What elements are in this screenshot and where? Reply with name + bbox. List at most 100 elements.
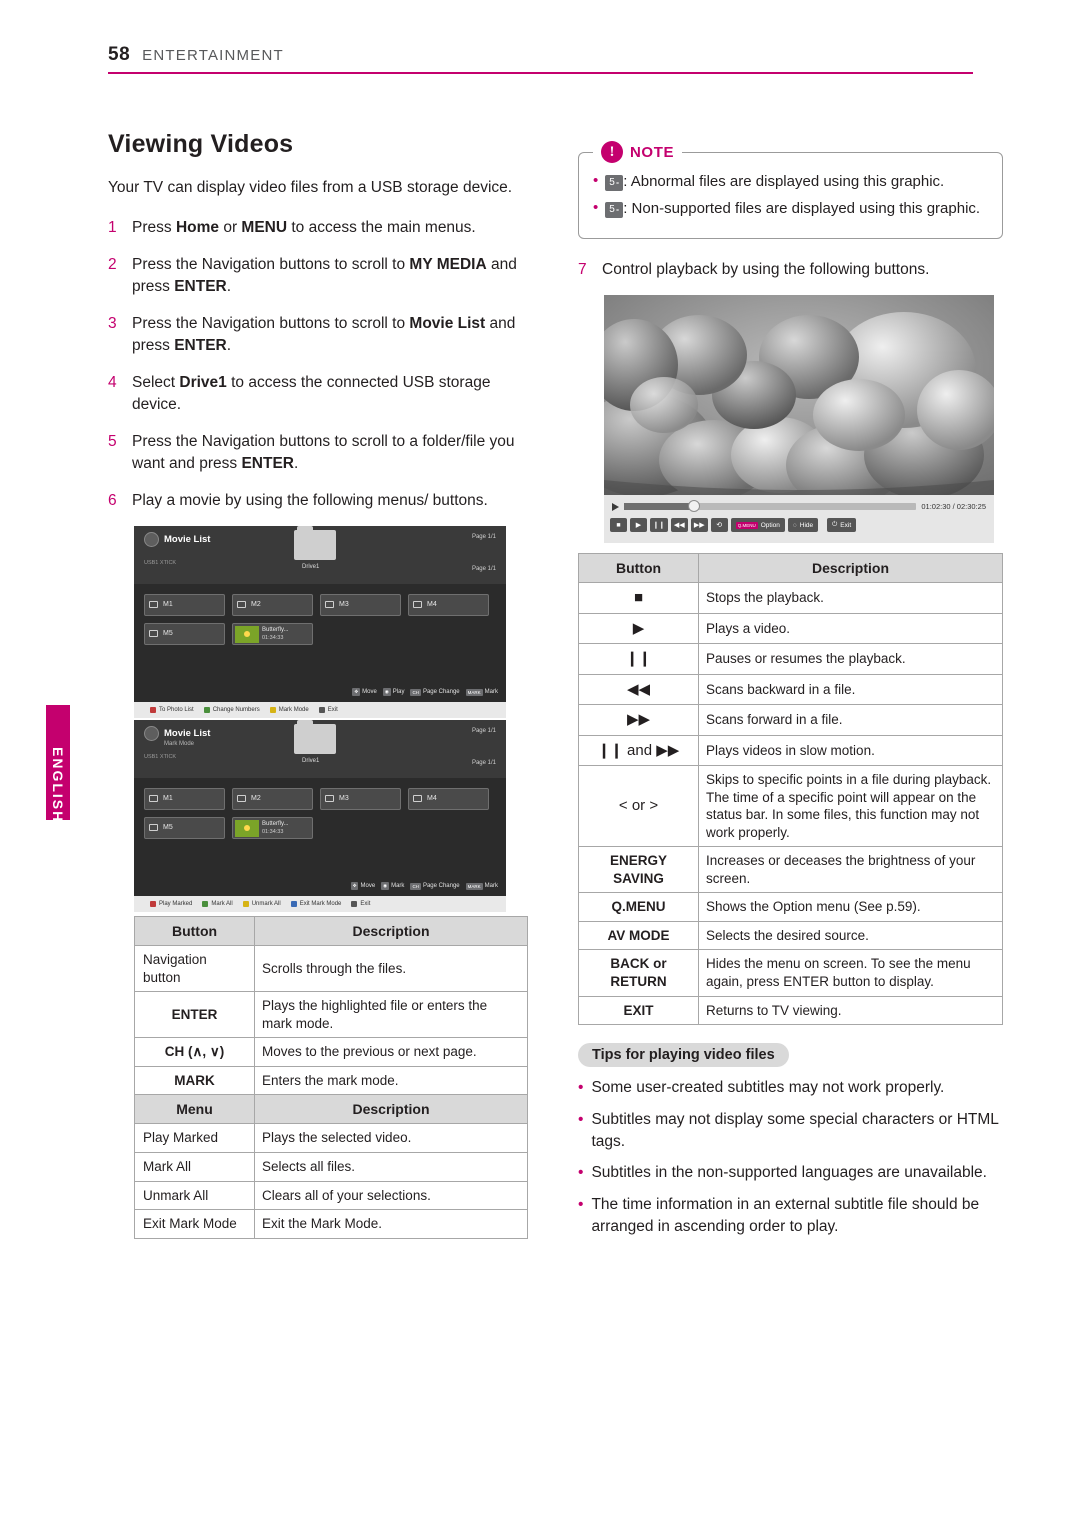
file-name: M5 bbox=[163, 630, 173, 638]
footer-action[interactable]: Mark All bbox=[202, 901, 233, 908]
footer-action[interactable]: Unmark All bbox=[242, 901, 281, 908]
playback-button[interactable]: ⟲ bbox=[710, 518, 728, 533]
seek-handle[interactable] bbox=[688, 500, 701, 513]
table-key-cell: CH (∧, ∨) bbox=[134, 1037, 255, 1067]
step-text: Select Drive1 to access the connected US… bbox=[132, 373, 491, 414]
left-column: Viewing Videos Your TV can display video… bbox=[108, 130, 533, 1239]
file-name: M3 bbox=[339, 795, 349, 803]
page-indicator-top: Page 1/1 bbox=[471, 728, 496, 735]
file-tile[interactable]: M2 bbox=[232, 788, 313, 811]
exit-button[interactable]: ⏻ Exit bbox=[827, 518, 857, 533]
table-desc-cell: Moves to the previous or next page. bbox=[254, 1037, 528, 1067]
tip-text: Some user-created subtitles may not work… bbox=[591, 1079, 945, 1097]
table-header-cell: Button bbox=[134, 916, 255, 947]
step-text: Press Home or MENU to access the main me… bbox=[132, 219, 476, 237]
steps-list: 1 Press Home or MENU to access the main m… bbox=[108, 217, 533, 512]
table-header-cell: Description bbox=[698, 553, 1003, 584]
file-tile[interactable]: M1 bbox=[144, 594, 225, 617]
footer-action[interactable]: Mark Mode bbox=[269, 707, 309, 714]
playback-button[interactable]: ▶ bbox=[630, 518, 647, 533]
footer-action-label: Mark Mode bbox=[278, 707, 309, 714]
table-desc-cell: Plays videos in slow motion. bbox=[698, 734, 1003, 767]
color-key-icon bbox=[150, 707, 156, 714]
file-tile[interactable]: M3 bbox=[320, 788, 401, 811]
footer-action-label: Play Marked bbox=[159, 901, 193, 908]
table-row: < or > Skips to specific points in a file… bbox=[578, 765, 1003, 848]
table-desc-cell: Plays the highlighted file or enters the… bbox=[254, 991, 528, 1039]
step-number: 7 bbox=[578, 260, 587, 278]
footer-action[interactable]: Exit Mark Mode bbox=[290, 901, 342, 908]
file-duration: 01:34:33 bbox=[262, 829, 284, 836]
movie-list-icon bbox=[144, 726, 159, 742]
file-tile[interactable]: M5 bbox=[144, 623, 225, 646]
file-tile[interactable]: M1 bbox=[144, 788, 225, 811]
table-row: EXIT Returns to TV viewing. bbox=[578, 995, 1003, 1026]
playback-time: 01:02:30 / 02:30:25 bbox=[921, 502, 986, 512]
option-button[interactable]: Q.MENU Option bbox=[730, 518, 785, 533]
hide-button[interactable]: ◌ Hide bbox=[787, 518, 819, 533]
table-row: Play Marked Plays the selected video. bbox=[134, 1123, 528, 1153]
exit-icon: ⏻ bbox=[832, 521, 838, 529]
file-icon bbox=[325, 601, 334, 609]
footer-action[interactable]: Change Numbers bbox=[203, 707, 260, 714]
footer-action[interactable]: Play Marked bbox=[150, 901, 193, 908]
table-row: ▶ Plays a video. bbox=[578, 612, 1003, 645]
hint-key-icon: ✥ bbox=[352, 688, 361, 697]
file-icon bbox=[149, 601, 158, 609]
color-key-icon bbox=[150, 901, 156, 908]
seek-bar[interactable] bbox=[624, 500, 917, 513]
playback-button[interactable]: ▶▶ bbox=[690, 518, 708, 533]
file-tile[interactable]: M2 bbox=[232, 594, 313, 617]
folder-icon[interactable] bbox=[294, 720, 336, 755]
step-item: 6 Play a movie by using the following men… bbox=[108, 490, 533, 512]
movie-list-title: Movie List bbox=[164, 728, 211, 740]
hint-item: MARK Mark bbox=[465, 882, 498, 890]
qmenu-key-icon: Q.MENU bbox=[735, 521, 758, 529]
footer-action-label: Exit Mark Mode bbox=[299, 901, 342, 908]
file-status-badge-icon: 5∘ bbox=[605, 175, 624, 192]
step-text: Press the Navigation buttons to scroll t… bbox=[132, 314, 516, 355]
step-item: 2 Press the Navigation buttons to scroll … bbox=[108, 254, 533, 299]
table-row: ❙❙ Pauses or resumes the playback. bbox=[578, 643, 1003, 675]
hint-label: Play bbox=[392, 689, 405, 696]
bullet-icon: • bbox=[578, 1195, 584, 1213]
right-column: ! NOTE • 5∘: Abnormal files are displayed… bbox=[578, 130, 1003, 1248]
file-icon bbox=[149, 630, 158, 638]
file-tile[interactable]: M5 bbox=[144, 817, 225, 840]
hint-item: MARK Mark bbox=[465, 688, 498, 696]
usb-label: USB1 XTICK bbox=[144, 560, 177, 567]
table-row: Unmark All Clears all of your selections. bbox=[134, 1180, 528, 1211]
bullet-icon: • bbox=[593, 172, 599, 189]
table-header-cell: Button bbox=[578, 553, 699, 584]
folder-icon[interactable] bbox=[294, 526, 336, 561]
note-box: ! NOTE • 5∘: Abnormal files are displayed… bbox=[578, 141, 1003, 239]
footer-action[interactable]: To Photo List bbox=[150, 707, 194, 714]
right-button-table: Button Description ■ Stops the playback. ▶ Pl… bbox=[578, 553, 1003, 1026]
table-row: Q.MENU Shows the Option menu (See p.59). bbox=[578, 892, 1003, 922]
movie-list-icon bbox=[144, 532, 159, 548]
file-tile[interactable]: M4 bbox=[408, 788, 489, 811]
note-item-text: : Non-supported files are displayed usin… bbox=[623, 200, 981, 218]
table-row: MARK Enters the mark mode. bbox=[134, 1065, 528, 1096]
table-row: CH (∧, ∨) Moves to the previous or next p… bbox=[134, 1037, 528, 1067]
footer-action[interactable]: Exit bbox=[318, 707, 338, 714]
table-key-cell: ❙❙ and ▶▶ bbox=[578, 734, 699, 767]
file-tile[interactable]: M3 bbox=[320, 594, 401, 617]
file-tile[interactable]: M4 bbox=[408, 594, 489, 617]
drive-label: Drive1 bbox=[302, 758, 320, 765]
step-text: Press the Navigation buttons to scroll t… bbox=[132, 255, 517, 296]
movie-list-titlebar: Movie List USB1 XTICK Page 1/1 Page 1/1 Driv… bbox=[134, 526, 506, 585]
hint-label: Page Change bbox=[422, 689, 460, 696]
step-text: Play a movie by using the following menu… bbox=[132, 491, 488, 509]
playback-button[interactable]: ◀◀ bbox=[670, 518, 688, 533]
table-desc-cell: Scans backward in a file. bbox=[698, 673, 1003, 706]
table-desc-cell: Shows the Option menu (See p.59). bbox=[698, 892, 1003, 922]
file-tile-thumbnail[interactable]: Butterfly... 01:34:33 bbox=[232, 817, 313, 840]
file-icon bbox=[149, 824, 158, 832]
table-row: ▶▶ Scans forward in a file. bbox=[578, 704, 1003, 736]
file-tile-thumbnail[interactable]: Butterfly... 01:34:33 bbox=[232, 623, 313, 646]
playback-button[interactable]: ■ bbox=[610, 518, 627, 533]
footer-action[interactable]: Exit bbox=[351, 901, 370, 908]
playback-button[interactable]: ❙❙ bbox=[650, 518, 668, 533]
hint-label: Mark bbox=[391, 883, 405, 890]
